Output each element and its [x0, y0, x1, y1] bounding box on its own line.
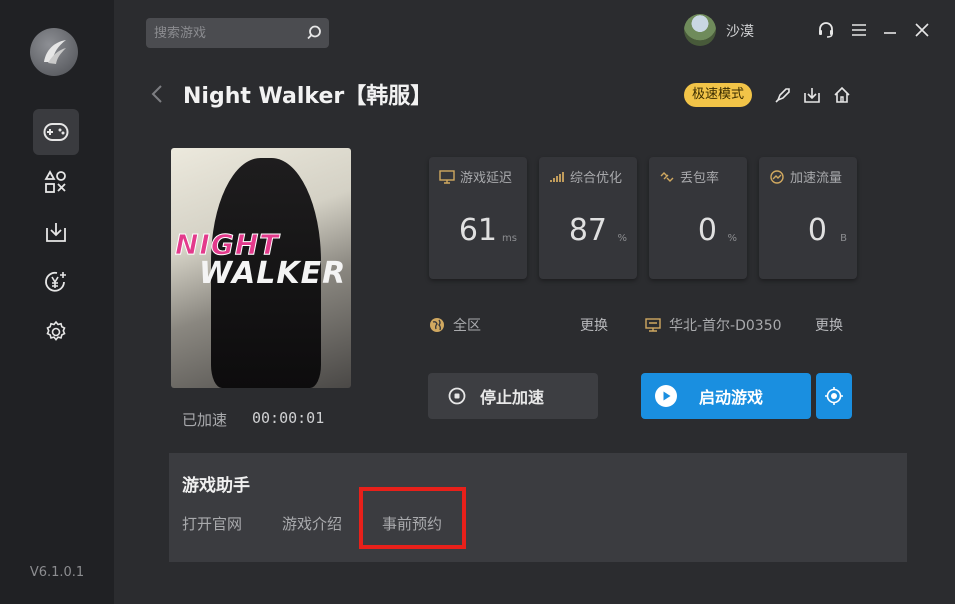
region-server: 华北-首尔-D0350: [645, 315, 782, 335]
close-icon[interactable]: [912, 20, 932, 40]
stat-latency: 游戏延迟 61 ms: [429, 157, 527, 279]
stat-traffic-unit: B: [840, 233, 847, 244]
stat-traffic-value: 0: [807, 213, 827, 248]
region-server-label: 华北-首尔-D0350: [669, 318, 782, 334]
headset-support-icon[interactable]: [816, 20, 836, 40]
stat-packet-loss-head: 丢包率: [659, 167, 719, 186]
stat-packet-loss-label: 丢包率: [680, 171, 720, 186]
username[interactable]: 沙漠: [726, 21, 754, 41]
nav-settings-icon[interactable]: [33, 309, 79, 355]
stat-optimization-head: 综合优化: [549, 167, 622, 186]
app-version: V6.1.0.1: [29, 565, 85, 580]
gauge-icon: [770, 169, 784, 184]
stat-latency-label: 游戏延迟: [460, 171, 513, 186]
accelerated-timer: 00:00:01: [252, 409, 325, 427]
user-avatar[interactable]: [684, 14, 716, 46]
gamepad-icon: [43, 123, 69, 141]
stat-latency-head: 游戏延迟: [439, 167, 512, 186]
stop-accel-button[interactable]: 停止加速: [428, 373, 598, 419]
nav-download-icon[interactable]: [33, 209, 79, 255]
region-area: 全区: [429, 315, 481, 335]
search-icon[interactable]: [305, 24, 323, 46]
stat-traffic-head: 加速流量: [769, 167, 842, 186]
assistant-title: 游戏助手: [182, 476, 250, 496]
stat-optimization: 综合优化 87 %: [539, 157, 637, 279]
back-chevron-icon[interactable]: [150, 84, 164, 108]
search-input[interactable]: [154, 23, 304, 43]
stop-circle-icon: [448, 387, 466, 405]
start-game-label: 启动游戏: [699, 388, 764, 407]
nav-games-icon[interactable]: [33, 109, 79, 155]
stat-latency-value: 61: [458, 213, 497, 248]
shapes-icon: [44, 170, 66, 193]
nav-rewards-icon[interactable]: [33, 259, 79, 305]
sidebar: V6.1.0.1: [0, 0, 114, 604]
play-icon: [655, 385, 677, 407]
region-area-label: 全区: [453, 318, 481, 334]
server-icon: [645, 318, 661, 332]
assistant-link-game-intro[interactable]: 游戏介绍: [282, 513, 342, 534]
menu-icon[interactable]: [849, 20, 869, 40]
download-icon[interactable]: [801, 84, 823, 106]
game-cover-image: NIGHT WALKER: [171, 148, 351, 388]
app-logo: [30, 28, 78, 76]
stat-packet-loss-unit: %: [727, 233, 737, 244]
stat-optimization-unit: %: [617, 233, 627, 244]
speed-mode-badge[interactable]: 极速模式: [684, 83, 753, 107]
accelerated-label: 已加速: [182, 411, 228, 429]
stat-traffic-label: 加速流量: [790, 171, 843, 186]
stat-optimization-value: 87: [568, 213, 607, 248]
home-icon[interactable]: [831, 84, 853, 106]
game-title: Night Walker【韩服】: [183, 84, 433, 109]
change-server-link[interactable]: 更换: [815, 315, 843, 335]
stat-packet-loss-value: 0: [697, 213, 717, 248]
globe-icon: [430, 318, 444, 332]
assistant-link-official-site[interactable]: 打开官网: [182, 513, 242, 534]
rocket-icon[interactable]: [772, 84, 794, 106]
stat-packet-loss: 丢包率 0 %: [649, 157, 747, 279]
change-area-link[interactable]: 更换: [580, 315, 608, 335]
locate-button[interactable]: [816, 373, 852, 419]
start-game-button[interactable]: 启动游戏: [641, 373, 811, 419]
broken-link-icon: [660, 171, 674, 182]
target-icon: [825, 387, 843, 405]
cover-logo-line2: WALKER: [199, 256, 347, 291]
nav-discover-icon[interactable]: [33, 159, 79, 205]
stat-optimization-label: 综合优化: [570, 171, 623, 186]
monitor-icon: [439, 169, 455, 184]
minimize-icon[interactable]: [880, 20, 900, 40]
download-icon: [46, 223, 66, 242]
stop-accel-label: 停止加速: [480, 388, 545, 407]
settings-gear-icon: [46, 320, 66, 341]
highlight-box: [359, 487, 466, 549]
game-assistant-panel: 游戏助手 打开官网 游戏介绍 事前预约: [169, 453, 907, 562]
stat-latency-unit: ms: [502, 233, 517, 244]
search-box[interactable]: [146, 18, 329, 48]
stat-traffic: 加速流量 0 B: [759, 157, 857, 279]
yen-sparkle-icon: [45, 271, 66, 292]
signal-bars-icon: [550, 171, 564, 182]
